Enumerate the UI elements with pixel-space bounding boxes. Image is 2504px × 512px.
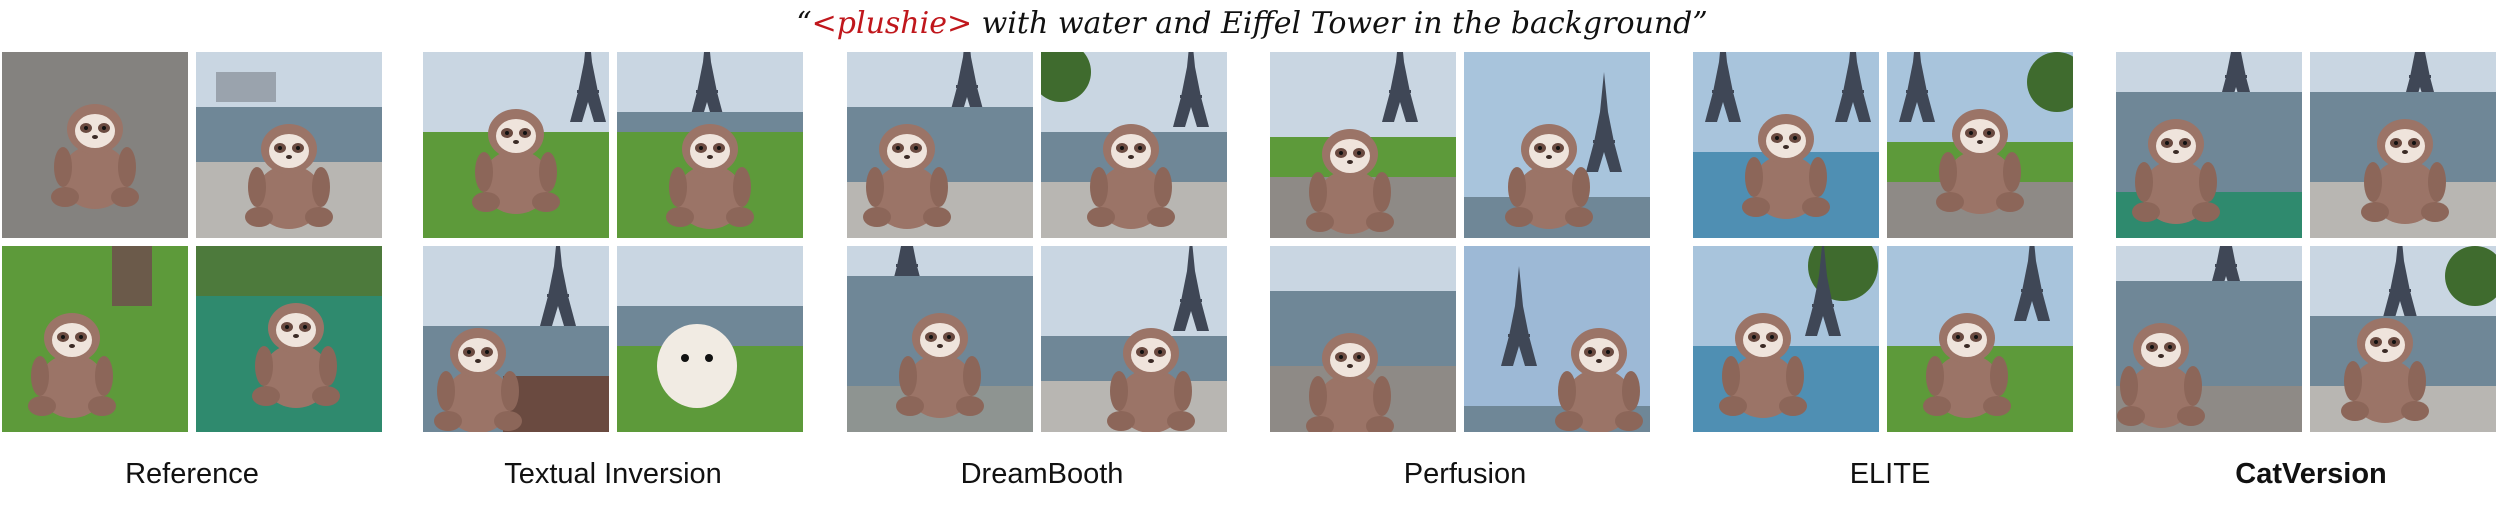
- prompt-close-quote: ”: [1692, 6, 1708, 41]
- prompt-open-quote: “: [796, 6, 812, 41]
- image-thumbnail: [847, 52, 1033, 238]
- image-thumbnail: [1041, 52, 1227, 238]
- image-thumbnail: [1887, 246, 2073, 432]
- method-label-dreambooth: DreamBooth: [960, 458, 1124, 490]
- image-thumbnail: [196, 246, 382, 432]
- image-thumbnail: [1464, 52, 1650, 238]
- prompt-token: <plushie>: [811, 6, 973, 41]
- image-thumbnail: [847, 246, 1033, 432]
- image-thumbnail: [1041, 246, 1227, 432]
- method-group-elite: [1693, 52, 2073, 440]
- image-thumbnail: [423, 246, 609, 432]
- method-label-elite: ELITE: [1849, 458, 1931, 490]
- method-group-textual-inversion: [423, 52, 803, 440]
- image-thumbnail: [2310, 52, 2496, 238]
- image-thumbnail: [2116, 246, 2302, 432]
- image-thumbnail: [1693, 246, 1879, 432]
- image-thumbnail: [1693, 52, 1879, 238]
- method-label-textual-inversion: Textual Inversion: [504, 458, 722, 490]
- method-group-perfusion: [1270, 52, 1650, 440]
- image-thumbnail: [617, 52, 803, 238]
- image-thumbnail: [2, 246, 188, 432]
- image-thumbnail: [423, 52, 609, 238]
- method-group-reference: [2, 52, 382, 440]
- method-label-reference: Reference: [125, 458, 259, 490]
- method-group-catversion: [2116, 52, 2496, 440]
- prompt-caption: “<plushie> with water and Eiffel Tower i…: [0, 6, 2504, 41]
- image-thumbnail: [1464, 246, 1650, 432]
- image-thumbnail: [2310, 246, 2496, 432]
- image-thumbnail: [1270, 52, 1456, 238]
- image-thumbnail: [1270, 246, 1456, 432]
- image-thumbnail: [2, 52, 188, 238]
- image-thumbnail: [196, 52, 382, 238]
- method-label-catversion: CatVersion: [2235, 458, 2387, 490]
- prompt-text: with water and Eiffel Tower in the backg…: [972, 6, 1693, 41]
- image-thumbnail: [617, 246, 803, 432]
- image-thumbnail: [1887, 52, 2073, 238]
- method-label-perfusion: Perfusion: [1403, 458, 1527, 490]
- image-thumbnail: [2116, 52, 2302, 238]
- method-group-dreambooth: [847, 52, 1227, 440]
